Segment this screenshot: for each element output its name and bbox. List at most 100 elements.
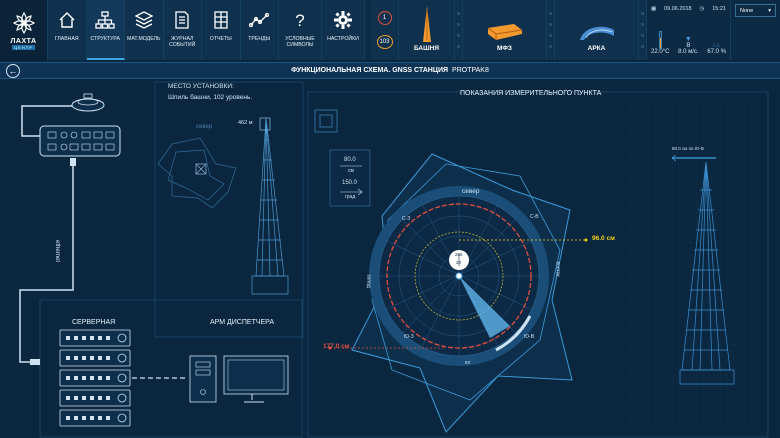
center-bottom-value: 20: [456, 260, 462, 265]
status-humidity: 67.0 %: [707, 49, 726, 55]
nav-reports-label: ОТЧЕТЫ: [209, 36, 232, 42]
clock-icon: ◷: [699, 6, 705, 12]
panel-corner-icon: [314, 109, 338, 133]
nav-trends[interactable]: ТРЕНДЫ: [240, 0, 279, 60]
compass-ne: С-В: [530, 214, 539, 220]
app-root: ЛАХТА ЦЕНТР ГЛАВНАЯ СТРУКТУРА МАТ.МОДЕЛЬ…: [0, 0, 780, 438]
user-select[interactable]: None ▾: [735, 4, 776, 17]
svg-text:?: ?: [295, 11, 304, 30]
logo[interactable]: ЛАХТА ЦЕНТР: [0, 0, 48, 60]
object-mfz-label: МФЗ: [496, 45, 513, 52]
page-title: ФУНКЦИОНАЛЬНАЯ СХЕМА. GNSS СТАНЦИЯ: [291, 67, 449, 74]
main-nav: ГЛАВНАЯ СТРУКТУРА МАТ.МОДЕЛЬ ЖУРНАЛ СОБЫ…: [48, 0, 365, 60]
ethernet-connector-bottom: [30, 359, 40, 365]
gnss-receiver[interactable]: [39, 125, 121, 157]
ethernet-label: ethernet: [54, 240, 60, 263]
object-tower-label: БАШНЯ: [413, 45, 440, 52]
nav-model[interactable]: МАТ.МОДЕЛЬ: [125, 0, 164, 60]
scale-deg-unit: град: [345, 194, 356, 200]
arrow-left-icon: ←: [8, 66, 18, 76]
journal-icon: [175, 11, 189, 29]
title-bar: ← ФУНКЦИОНАЛЬНАЯ СХЕМА. GNSS СТАНЦИЯ PRO…: [0, 62, 780, 79]
nav-journal-label: ЖУРНАЛ СОБЫТИЙ: [169, 36, 196, 48]
readings-heading: ПОКАЗАНИЯ ИЗМЕРИТЕЛЬНОГО ПУНКТА: [460, 90, 602, 97]
objects-panel: 1 103 БАШНЯ МФЗ АРКА: [371, 0, 647, 60]
nav-journal[interactable]: ЖУРНАЛ СОБЫТИЙ: [163, 0, 202, 60]
gnss-antenna[interactable]: [71, 93, 105, 112]
value-left: 177.0 см: [323, 343, 350, 350]
tower-icon: [422, 6, 431, 42]
status-time: 15:21: [712, 6, 726, 12]
reports-icon: [214, 11, 228, 29]
ethernet-connector-top: [70, 158, 76, 166]
compass-nw: С-З: [402, 216, 411, 222]
object-mfz[interactable]: МФЗ: [463, 0, 547, 60]
calendar-icon: ▦: [651, 6, 657, 12]
gear-icon: [334, 11, 352, 29]
question-icon: ?: [295, 11, 304, 30]
location-tower[interactable]: [251, 117, 289, 295]
status-temperature: 22.0°C: [651, 49, 670, 55]
user-panel: None ▾: [731, 0, 780, 60]
nav-structure[interactable]: СТРУКТУРА: [86, 0, 125, 60]
location-desc: Шпиль башни, 102 уровень.: [168, 94, 253, 101]
scale-cm-unit: см: [348, 168, 354, 174]
mfz-mini-indicators: [547, 0, 555, 60]
object-arch[interactable]: АРКА: [555, 0, 639, 60]
tower-displacement-label: 80.0 см по Ю-В: [672, 146, 704, 151]
home-icon: [59, 12, 75, 28]
back-button[interactable]: ←: [6, 64, 20, 78]
location-north-label: север: [196, 124, 213, 130]
alarm-counters[interactable]: 1 103: [371, 0, 399, 60]
structure-icon: [95, 11, 115, 29]
wind-arrow-icon: ▼: [684, 36, 692, 43]
location-panel-frame: [154, 81, 304, 338]
status-wind-speed: 8.0 м/с.: [678, 49, 699, 55]
arch-building-icon: [579, 26, 614, 40]
layers-icon: [134, 11, 154, 29]
operator-title: АРМ ДИСПЕТЧЕРА: [210, 319, 275, 326]
server-room-title: СЕРВЕРНАЯ: [72, 319, 116, 326]
operator-workstation[interactable]: [189, 355, 289, 403]
lakhta-logo-icon: [12, 11, 35, 35]
nav-home[interactable]: ГЛАВНАЯ: [48, 0, 87, 60]
nav-reports[interactable]: ОТЧЕТЫ: [202, 0, 241, 60]
location-plan: [157, 137, 237, 209]
nav-home-label: ГЛАВНАЯ: [54, 36, 79, 42]
nav-settings[interactable]: НАСТРОЙКИ: [322, 0, 365, 60]
value-right: 96.0 см: [592, 235, 615, 242]
chevron-down-icon: ▾: [768, 7, 771, 14]
schematic-canvas: [19, 81, 769, 438]
object-arch-label: АРКА: [587, 45, 606, 52]
nav-model-label: МАТ.МОДЕЛЬ: [127, 36, 161, 42]
compass-south: юг: [465, 360, 471, 366]
location-heading: МЕСТО УСТАНОВКИ:: [168, 83, 234, 90]
status-date: 09.06.2018: [664, 6, 692, 12]
user-select-value: None: [740, 7, 754, 14]
scale-deg-value: 150.0: [342, 180, 358, 186]
nav-settings-label: НАСТРОЙКИ: [327, 36, 359, 42]
humidity-icon: ∴∴: [712, 43, 721, 49]
compass-east: восток: [554, 261, 561, 277]
center-top-value: 255: [455, 252, 463, 257]
alarm-red-badge[interactable]: 1: [377, 11, 392, 25]
server-rack[interactable]: [59, 329, 131, 427]
page-subtitle: PROTPAK8: [452, 67, 489, 74]
thermometer-icon: [658, 31, 662, 49]
status-panel: ▦ 09.06.2018 ◷ 15:21 22.0°C ▼ В 8.0 м/с.…: [647, 0, 731, 60]
trends-icon: [249, 12, 270, 28]
compass-sw: Ю-З: [404, 334, 414, 340]
nav-symbols[interactable]: ? УСЛОВНЫЕ СИМВОЛЫ: [279, 0, 322, 60]
alarm-orange-badge[interactable]: 103: [376, 35, 393, 49]
logo-text: ЛАХТА: [10, 38, 37, 45]
nav-trends-label: ТРЕНДЫ: [248, 36, 271, 42]
compass-se: Ю-В: [524, 334, 535, 340]
nav-structure-label: СТРУКТУРА: [90, 36, 120, 42]
object-tower[interactable]: БАШНЯ: [399, 0, 455, 60]
logo-subtext: ЦЕНТР: [12, 45, 35, 50]
mfz-building-icon: [487, 24, 522, 40]
scale-cm-value: 80.0: [344, 157, 356, 163]
compass-north: север: [462, 188, 480, 195]
tower-mini-indicators: [455, 0, 463, 60]
arch-mini-indicators: [639, 0, 647, 60]
